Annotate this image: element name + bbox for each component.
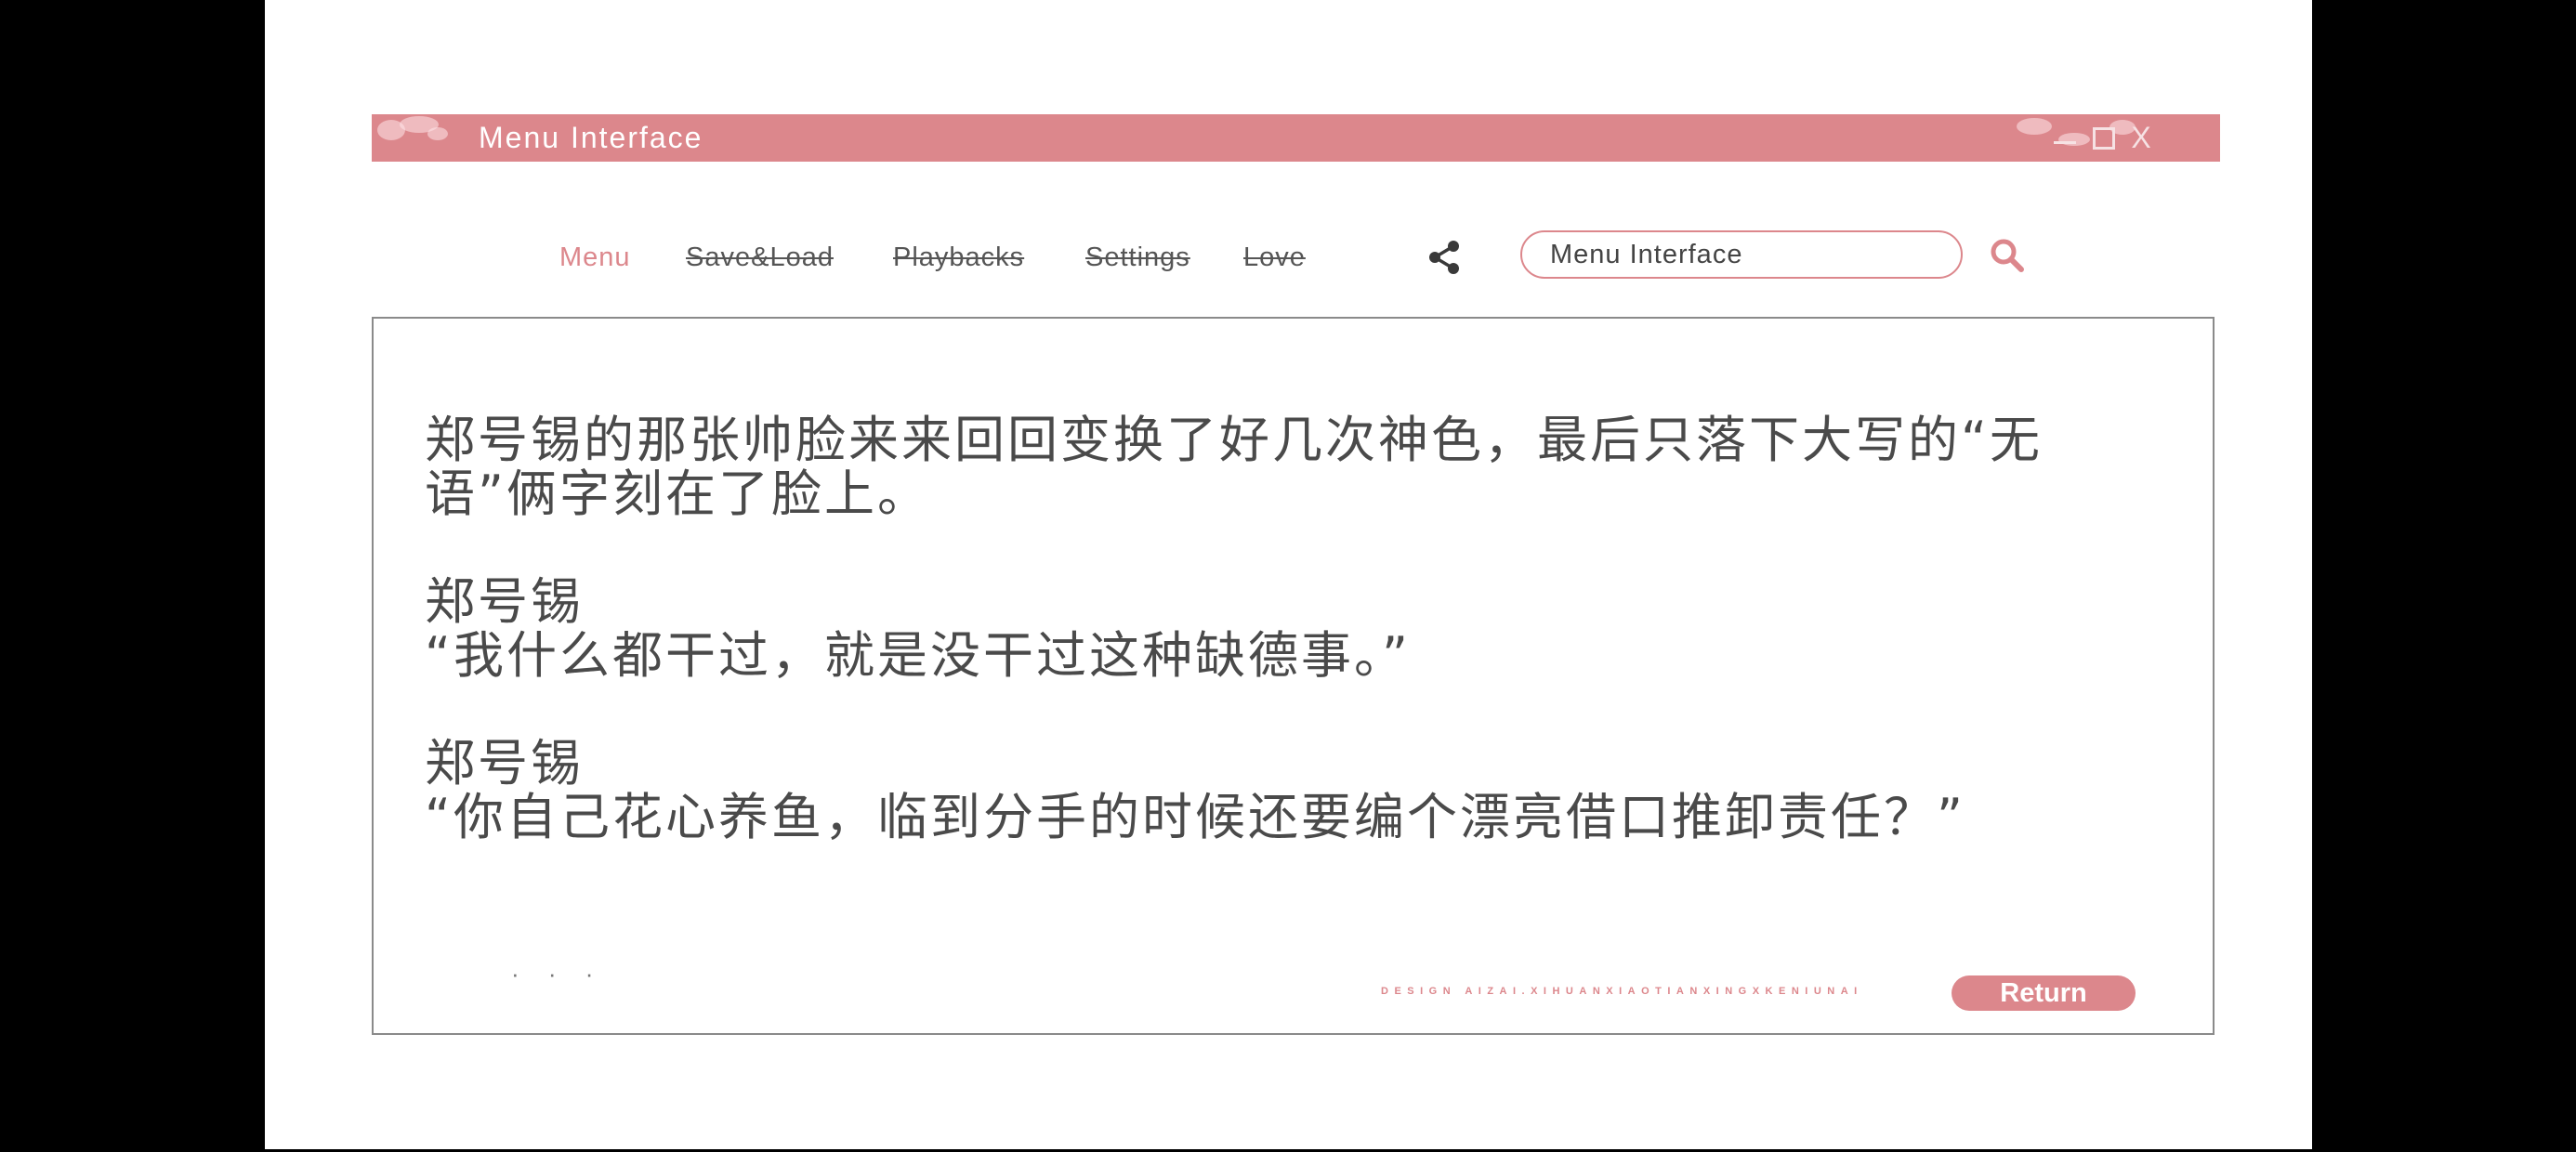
- dialogue-line: “你自己花心养鱼，临到分手的时候还要编个漂亮借口推卸责任？”: [425, 788, 1965, 846]
- dialogue-exchange: 郑号锡 “你自己花心养鱼，临到分手的时候还要编个漂亮借口推卸责任？”: [425, 737, 2153, 844]
- minimize-button[interactable]: [2049, 121, 2081, 154]
- narration: 郑号锡的那张帅脸来来回回变换了好几次神色，最后只落下大写的“无语”俩字刻在了脸上…: [425, 411, 2043, 523]
- close-button[interactable]: X: [2125, 121, 2157, 154]
- nav-item-save-load[interactable]: Save&Load: [686, 239, 834, 276]
- blossom-decoration: [2017, 118, 2052, 135]
- design-credit: DESIGN AIZAI.XIHUANXIAOTIANXINGXKENIUNAI: [1381, 986, 1863, 997]
- window-title: Menu Interface: [479, 121, 703, 154]
- return-button[interactable]: Return: [1952, 975, 2136, 1011]
- nav-item-love[interactable]: Love: [1243, 239, 1306, 276]
- maximize-button[interactable]: [2086, 121, 2118, 154]
- nav-item-settings[interactable]: Settings: [1085, 239, 1190, 276]
- blossom-decoration: [427, 127, 448, 140]
- search-icon[interactable]: [1988, 236, 2027, 275]
- search-input[interactable]: [1520, 230, 1963, 279]
- dialogue-line: “我什么都干过，就是没干过这种缺德事。”: [425, 626, 1411, 685]
- top-navigation: Menu Save&Load Playbacks Settings Love: [265, 228, 2312, 287]
- minimize-icon: [2054, 141, 2076, 144]
- app-window: Menu Interface X Menu Save&Load Playback…: [265, 0, 2312, 1149]
- dialogue-text: 郑号锡的那张帅脸来来回回变换了好几次神色，最后只落下大写的“无语”俩字刻在了脸上…: [425, 413, 2153, 898]
- speaker-name: 郑号锡: [425, 572, 584, 631]
- title-bar[interactable]: Menu Interface X: [372, 114, 2220, 162]
- nav-item-menu[interactable]: Menu: [559, 239, 631, 276]
- maximize-icon: [2093, 127, 2115, 150]
- nav-item-playbacks[interactable]: Playbacks: [893, 239, 1024, 276]
- dialogue-exchange: 郑号锡 “我什么都干过，就是没干过这种缺德事。”: [425, 575, 2153, 683]
- speaker-name: 郑号锡: [425, 734, 584, 792]
- ellipsis-indicator: · · ·: [511, 960, 605, 988]
- share-icon[interactable]: [1424, 237, 1465, 278]
- dialogue-panel: 郑号锡的那张帅脸来来回回变换了好几次神色，最后只落下大写的“无语”俩字刻在了脸上…: [372, 317, 2215, 1035]
